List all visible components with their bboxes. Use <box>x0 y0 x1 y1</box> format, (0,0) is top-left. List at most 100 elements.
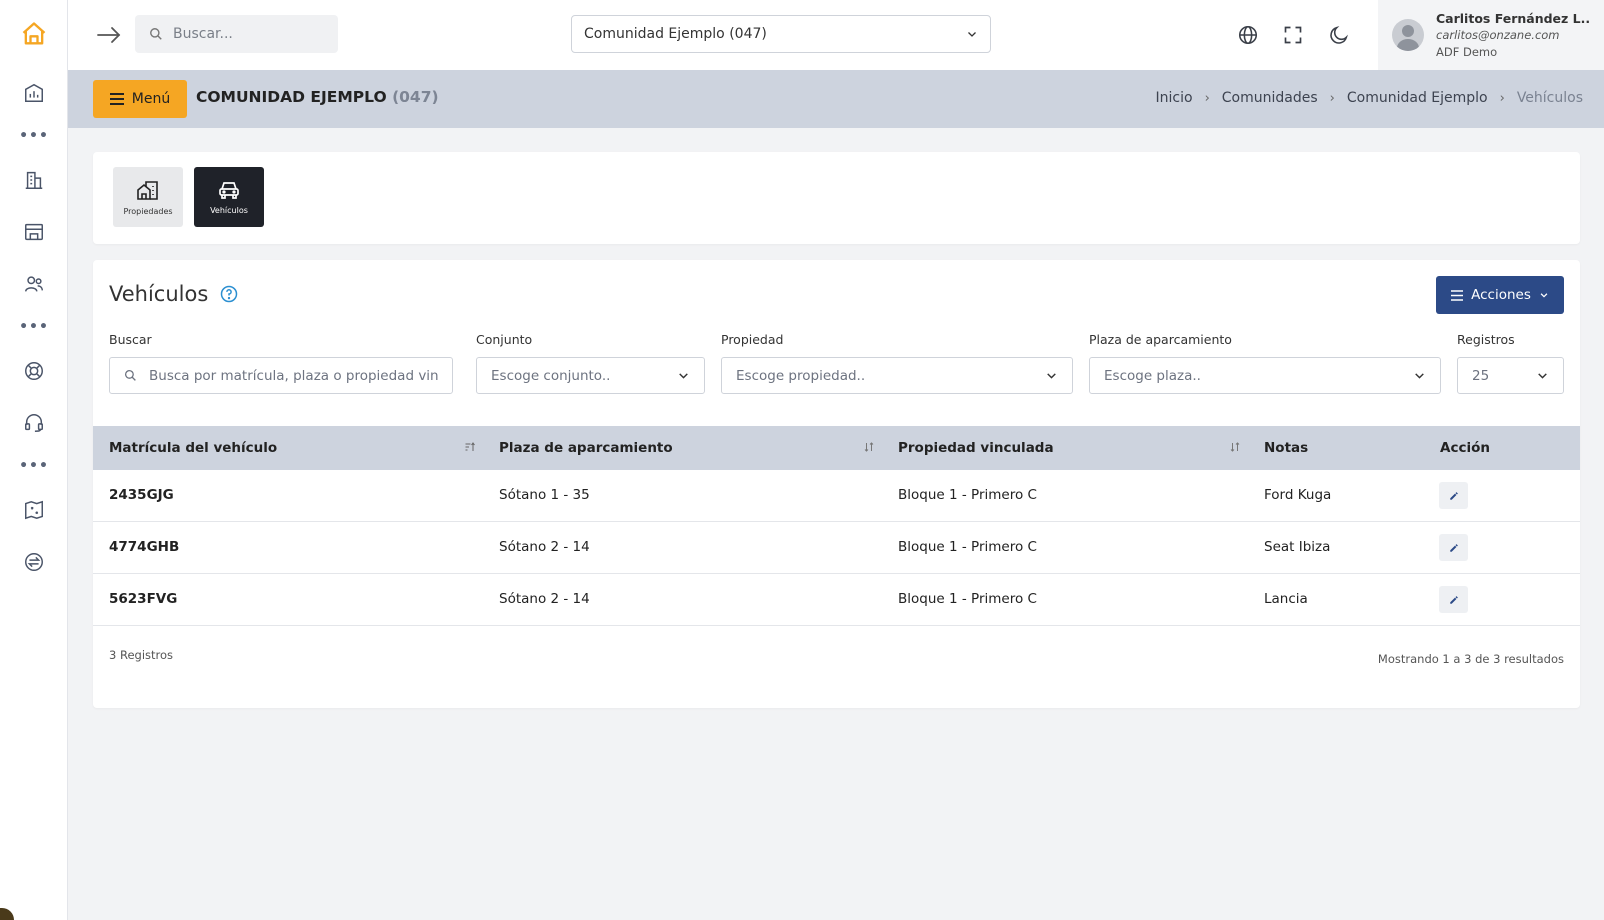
lifebuoy-icon[interactable] <box>0 358 68 384</box>
menu-button[interactable]: Menú <box>93 80 187 118</box>
map-icon[interactable] <box>0 497 68 523</box>
plaza-select[interactable]: Escoge plaza.. <box>1089 357 1441 394</box>
propiedad-select-value: Escoge propiedad.. <box>736 367 866 384</box>
search-filter-input[interactable] <box>149 367 438 384</box>
corner-decoration <box>0 908 14 920</box>
table-row: 4774GHB Sótano 2 - 14 Bloque 1 - Primero… <box>93 522 1580 574</box>
pencil-icon <box>1449 595 1459 605</box>
fullscreen-icon[interactable] <box>1278 20 1308 50</box>
tab-propiedades-label: Propiedades <box>123 206 173 216</box>
users-icon[interactable] <box>0 271 68 297</box>
chevron-down-icon <box>677 369 690 382</box>
cell-property: Bloque 1 - Primero C <box>898 487 1037 503</box>
chevron-right-icon: › <box>1499 90 1505 106</box>
table-row: 2435GJG Sótano 1 - 35 Bloque 1 - Primero… <box>93 470 1580 522</box>
home-icon[interactable] <box>0 18 68 50</box>
conjunto-select[interactable]: Escoge conjunto.. <box>476 357 705 394</box>
avatar <box>1392 19 1424 51</box>
chevron-down-icon <box>1045 369 1058 382</box>
cell-plate: 4774GHB <box>109 539 180 555</box>
edit-button[interactable] <box>1439 586 1468 613</box>
cell-property: Bloque 1 - Primero C <box>898 591 1037 607</box>
buildings-icon[interactable] <box>0 167 68 193</box>
column-header-action: Acción <box>1440 440 1490 456</box>
conjunto-filter-label: Conjunto <box>476 332 533 347</box>
chevron-down-icon <box>1536 369 1549 382</box>
tab-vehiculos[interactable]: Vehículos <box>194 167 264 227</box>
cell-notes: Lancia <box>1264 591 1308 607</box>
page-title-code: (047) <box>392 88 439 106</box>
help-icon[interactable] <box>220 285 238 303</box>
community-select[interactable]: Comunidad Ejemplo (047) <box>571 15 991 53</box>
chevron-down-icon <box>1413 369 1426 382</box>
breadcrumb-item-comunidades[interactable]: Comunidades <box>1222 90 1318 106</box>
pencil-icon <box>1449 543 1459 553</box>
sort-icon[interactable] <box>1229 441 1241 453</box>
page-title-text: COMUNIDAD EJEMPLO <box>196 88 387 106</box>
cell-notes: Ford Kuga <box>1264 487 1332 503</box>
collapse-arrow-icon[interactable] <box>94 20 124 50</box>
vehicles-panel: Vehículos Acciones Buscar Conjunto Escog… <box>93 260 1580 708</box>
globe-icon[interactable] <box>1233 20 1263 50</box>
building-chart-icon[interactable] <box>0 80 68 106</box>
sort-icon[interactable] <box>863 441 875 453</box>
pagination-info: Mostrando 1 a 3 de 3 resultados <box>1377 652 1564 666</box>
exchange-icon[interactable] <box>0 549 68 575</box>
global-search[interactable] <box>135 15 338 53</box>
breadcrumb: Inicio › Comunidades › Comunidad Ejemplo… <box>1156 90 1583 106</box>
cell-spot: Sótano 2 - 14 <box>499 591 590 607</box>
breadcrumb-item-current: Vehículos <box>1516 90 1583 106</box>
cell-spot: Sótano 2 - 14 <box>499 539 590 555</box>
search-filter[interactable] <box>109 357 453 394</box>
breadcrumb-item-inicio[interactable]: Inicio <box>1156 90 1193 106</box>
registros-select[interactable]: 25 <box>1457 357 1564 394</box>
cell-plate: 5623FVG <box>109 591 178 607</box>
search-icon <box>124 369 137 382</box>
user-menu[interactable]: Carlitos Fernández L.. carlitos@onzane.c… <box>1378 0 1604 70</box>
section-tabs: Propiedades Vehículos <box>93 152 1580 244</box>
store-icon[interactable] <box>0 219 68 245</box>
panel-title-text: Vehículos <box>109 282 209 306</box>
registros-filter-label: Registros <box>1457 332 1515 347</box>
more-dots-icon[interactable]: ••• <box>0 128 68 144</box>
registros-select-value: 25 <box>1472 367 1490 384</box>
actions-button-label: Acciones <box>1471 287 1531 303</box>
table-header: Matrícula del vehículo Plaza de aparcami… <box>93 426 1580 470</box>
headset-icon[interactable] <box>0 410 68 436</box>
column-header-property[interactable]: Propiedad vinculada <box>898 440 1054 456</box>
sort-icon[interactable] <box>464 441 476 453</box>
page-title: COMUNIDAD EJEMPLO (047) <box>196 88 439 106</box>
record-count: 3 Registros <box>109 648 174 662</box>
edit-button[interactable] <box>1439 482 1468 509</box>
page-header: Menú COMUNIDAD EJEMPLO (047) Inicio › Co… <box>68 70 1604 128</box>
edit-button[interactable] <box>1439 534 1468 561</box>
top-bar: Comunidad Ejemplo (047) Carlitos Fernánd… <box>68 0 1604 70</box>
more-dots-icon[interactable]: ••• <box>0 458 68 474</box>
moon-icon[interactable] <box>1324 20 1354 50</box>
user-name: Carlitos Fernández L.. <box>1436 10 1591 26</box>
chevron-right-icon: › <box>1329 90 1335 106</box>
plaza-select-value: Escoge plaza.. <box>1104 367 1201 384</box>
conjunto-select-value: Escoge conjunto.. <box>491 367 611 384</box>
panel-title: Vehículos <box>109 282 238 306</box>
chevron-down-icon <box>966 28 978 40</box>
cell-plate: 2435GJG <box>109 487 174 503</box>
column-header-spot[interactable]: Plaza de aparcamiento <box>499 440 673 456</box>
more-dots-icon[interactable]: ••• <box>0 319 68 335</box>
cell-notes: Seat Ibiza <box>1264 539 1331 555</box>
pencil-icon <box>1449 491 1459 501</box>
menu-button-label: Menú <box>131 91 171 107</box>
chevron-down-icon <box>1539 290 1549 300</box>
global-search-input[interactable] <box>173 26 313 42</box>
search-filter-label: Buscar <box>109 332 152 347</box>
user-organization: ADF Demo <box>1436 44 1498 59</box>
user-email: carlitos@onzane.com <box>1436 27 1560 42</box>
column-header-plate[interactable]: Matrícula del vehículo <box>109 440 277 456</box>
propiedad-select[interactable]: Escoge propiedad.. <box>721 357 1073 394</box>
tab-propiedades[interactable]: Propiedades <box>113 167 183 227</box>
tab-vehiculos-label: Vehículos <box>210 205 248 215</box>
actions-button[interactable]: Acciones <box>1436 276 1564 314</box>
breadcrumb-item-comunidad[interactable]: Comunidad Ejemplo <box>1347 90 1488 106</box>
search-icon <box>149 27 163 41</box>
houses-icon <box>136 179 160 201</box>
